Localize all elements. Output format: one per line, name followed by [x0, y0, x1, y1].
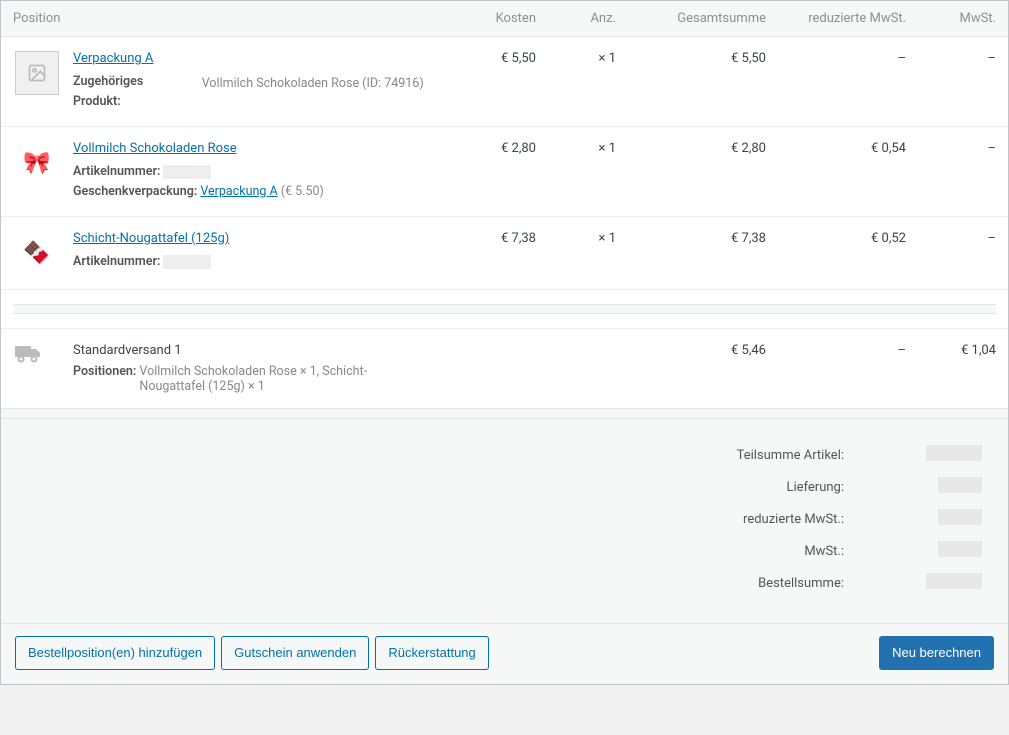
meta-label-sku: Artikelnummer: [73, 164, 160, 179]
cell-reduced-vat: € 0,54 [778, 127, 918, 217]
meta-label-sku: Artikelnummer: [73, 254, 160, 269]
col-vat: MwSt. [918, 1, 1008, 37]
actions-right: Neu berechnen [879, 636, 994, 670]
shipping-vat-cell: € 1,04 [918, 329, 1008, 409]
thumb-cell: 🎀 [1, 127, 61, 217]
order-items-table: Position Kosten Anz. Gesamtsumme reduzie… [1, 1, 1008, 408]
product-link[interactable]: Verpackung A [73, 51, 153, 66]
meta-label: ZugehörigesProdukt: [73, 74, 143, 109]
recalculate-button[interactable]: Neu berechnen [879, 636, 994, 670]
totals-row-order-total: Bestellsumme: [27, 567, 982, 599]
line-item-row: 🍫 Schicht-Nougattafel (125g) Artikelnumm… [1, 217, 1008, 290]
thumb-cell [1, 37, 61, 127]
totals-row-vat: MwSt.: [27, 535, 982, 567]
meta-label-giftwrap: Geschenkverpackung: [73, 184, 197, 199]
cell-cost: € 5,50 [458, 37, 548, 127]
totals-value-vat [862, 535, 982, 567]
cell-qty: × 1 [548, 217, 628, 290]
totals-value-reduced-vat [862, 503, 982, 535]
line-item-row: 🎀 Vollmilch Schokoladen Rose Artikelnumm… [1, 127, 1008, 217]
totals-table: Teilsumme Artikel: Lieferung: reduzierte… [27, 439, 982, 599]
totals-label-reduced-vat: reduzierte MwSt.: [27, 503, 862, 535]
col-qty: Anz. [548, 1, 628, 37]
totals-row-subtotal: Teilsumme Artikel: [27, 439, 982, 471]
cell-vat: – [918, 127, 1008, 217]
image-placeholder-icon [27, 63, 47, 83]
table-header-row: Position Kosten Anz. Gesamtsumme reduzie… [1, 1, 1008, 37]
totals-label-subtotal: Teilsumme Artikel: [27, 439, 862, 471]
totals-label-vat: MwSt.: [27, 535, 862, 567]
cell-vat: – [918, 217, 1008, 290]
product-link[interactable]: Vollmilch Schokoladen Rose [73, 141, 237, 156]
cell-reduced-vat: € 0,52 [778, 217, 918, 290]
product-meta: ZugehörigesProdukt: Vollmilch Schokolade… [73, 72, 446, 112]
order-items-panel: Position Kosten Anz. Gesamtsumme reduzie… [0, 0, 1009, 685]
cell-total: € 2,80 [628, 127, 778, 217]
product-link[interactable]: Schicht-Nougattafel (125g) [73, 231, 229, 246]
add-items-button[interactable]: Bestellposition(en) hinzufügen [15, 636, 215, 670]
cell-total: € 5,50 [628, 37, 778, 127]
shipping-positions-text: Vollmilch Schokoladen Rose × 1, Schicht-… [139, 364, 399, 394]
meta-value-sku-redacted [163, 165, 211, 179]
totals-value-subtotal [862, 439, 982, 471]
shipping-row: Standardversand 1 Positionen: Vollmilch … [1, 329, 1008, 409]
totals-value-shipping [862, 471, 982, 503]
shipping-name: Standardversand 1 [73, 343, 182, 358]
totals-row-shipping: Lieferung: [27, 471, 982, 503]
desc-cell: Verpackung A ZugehörigesProdukt: Vollmil… [61, 37, 458, 127]
thumb-cell: 🍫 [1, 217, 61, 290]
shipping-desc-cell: Standardversand 1 Positionen: Vollmilch … [61, 329, 458, 409]
truck-icon [15, 344, 41, 368]
shipping-total-cell: € 5,46 [628, 329, 778, 409]
shipping-meta: Positionen: Vollmilch Schokoladen Rose ×… [73, 364, 446, 394]
cell-qty: × 1 [548, 37, 628, 127]
meta-suffix-giftwrap: (€ 5.50) [281, 184, 324, 199]
shipping-icon-cell [1, 329, 61, 409]
product-meta: Artikelnummer: [73, 252, 446, 272]
shipping-positions-label: Positionen: [73, 364, 136, 379]
cell-cost: € 7,38 [458, 217, 548, 290]
product-thumbnail: 🍫 [15, 231, 59, 275]
cell-reduced-vat: – [778, 37, 918, 127]
line-item-row: Verpackung A ZugehörigesProdukt: Vollmil… [1, 37, 1008, 127]
totals-separator [1, 408, 1008, 418]
col-cost: Kosten [458, 1, 548, 37]
shipping-separator [1, 290, 1008, 329]
desc-cell: Vollmilch Schokoladen Rose Artikelnummer… [61, 127, 458, 217]
totals-label-shipping: Lieferung: [27, 471, 862, 503]
col-position: Position [1, 1, 458, 37]
refund-button[interactable]: Rückerstattung [375, 636, 488, 670]
actions-left: Bestellposition(en) hinzufügen Gutschein… [15, 636, 489, 670]
desc-cell: Schicht-Nougattafel (125g) Artikelnummer… [61, 217, 458, 290]
col-total: Gesamtsumme [628, 1, 778, 37]
shipping-reduced-vat-cell: – [778, 329, 918, 409]
meta-value-sku-redacted [163, 255, 211, 269]
apply-coupon-button[interactable]: Gutschein anwenden [221, 636, 369, 670]
cell-total: € 7,38 [628, 217, 778, 290]
shipping-cost-cell [458, 329, 548, 409]
totals-label-order-total: Bestellsumme: [27, 567, 862, 599]
shipping-qty-cell [548, 329, 628, 409]
totals-row-reduced-vat: reduzierte MwSt.: [27, 503, 982, 535]
cell-qty: × 1 [548, 127, 628, 217]
totals-value-order-total [862, 567, 982, 599]
cell-vat: – [918, 37, 1008, 127]
product-thumbnail-placeholder [15, 51, 59, 95]
product-meta: Artikelnummer: Geschenkverpackung: Verpa… [73, 162, 446, 202]
col-reduced-vat: reduzierte MwSt. [778, 1, 918, 37]
totals-block: Teilsumme Artikel: Lieferung: reduzierte… [1, 418, 1008, 623]
meta-link-giftwrap[interactable]: Verpackung A [200, 184, 277, 199]
actions-bar: Bestellposition(en) hinzufügen Gutschein… [1, 623, 1008, 684]
cell-cost: € 2,80 [458, 127, 548, 217]
product-thumbnail: 🎀 [15, 141, 59, 185]
meta-value: Vollmilch Schokoladen Rose (ID: 74916) [202, 74, 462, 94]
